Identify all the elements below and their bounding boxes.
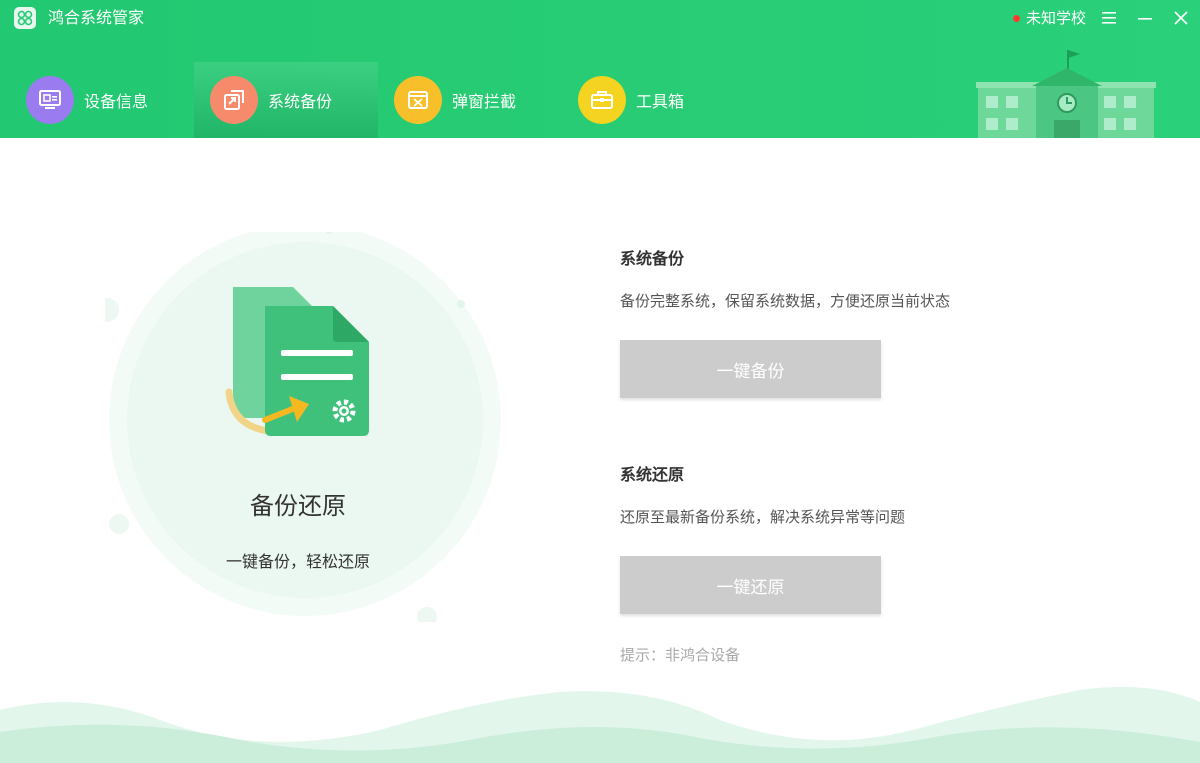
tab-device-info[interactable]: 设备信息 [10, 62, 194, 138]
minimize-icon [1138, 18, 1152, 20]
tab-label: 弹窗拦截 [452, 92, 517, 111]
hero-subtitle: 一键备份，轻松还原 [225, 552, 370, 571]
one-click-restore-button[interactable]: 一键还原 [620, 556, 881, 614]
tab-popup-block[interactable]: 弹窗拦截 [378, 62, 562, 138]
menu-button[interactable] [1100, 9, 1118, 27]
close-icon [1174, 11, 1188, 25]
hero-title: 备份还原 [250, 492, 346, 520]
popup-block-icon [394, 76, 442, 124]
minimize-button[interactable] [1136, 9, 1154, 27]
title-bar: 鸿合系统管家 未知学校 [0, 0, 1200, 36]
app-title: 鸿合系统管家 [48, 8, 145, 27]
app-logo-icon [14, 7, 36, 29]
hamburger-icon [1102, 12, 1116, 24]
school-indicator[interactable]: 未知学校 [1012, 9, 1086, 27]
school-building-icon [976, 50, 1156, 138]
backup-section-description: 备份完整系统，保留系统数据，方便还原当前状态 [620, 292, 951, 310]
main-nav: 设备信息 系统备份 弹窗拦截 工具箱 [10, 62, 746, 138]
toolbox-icon [578, 76, 626, 124]
school-name: 未知学校 [1025, 9, 1086, 27]
restore-section-title: 系统还原 [620, 465, 685, 484]
tab-toolbox[interactable]: 工具箱 [562, 62, 746, 138]
tab-label: 系统备份 [268, 92, 333, 111]
tab-label: 设备信息 [84, 92, 149, 111]
restore-section-description: 还原至最新备份系统，解决系统异常等问题 [620, 508, 906, 526]
one-click-backup-button[interactable]: 一键备份 [620, 340, 881, 398]
backup-icon [210, 76, 258, 124]
tab-label: 工具箱 [636, 92, 685, 111]
status-dot [1012, 14, 1020, 22]
app-header: 鸿合系统管家 未知学校 设备信息 系统备份 弹窗拦截 工具箱 [0, 0, 1200, 138]
monitor-icon [26, 76, 74, 124]
decorative-waves [0, 686, 1200, 763]
device-tip: 提示：非鸿合设备 [620, 646, 741, 664]
backup-section-title: 系统备份 [620, 249, 685, 268]
tab-system-backup[interactable]: 系统备份 [194, 62, 378, 138]
close-button[interactable] [1172, 9, 1190, 27]
